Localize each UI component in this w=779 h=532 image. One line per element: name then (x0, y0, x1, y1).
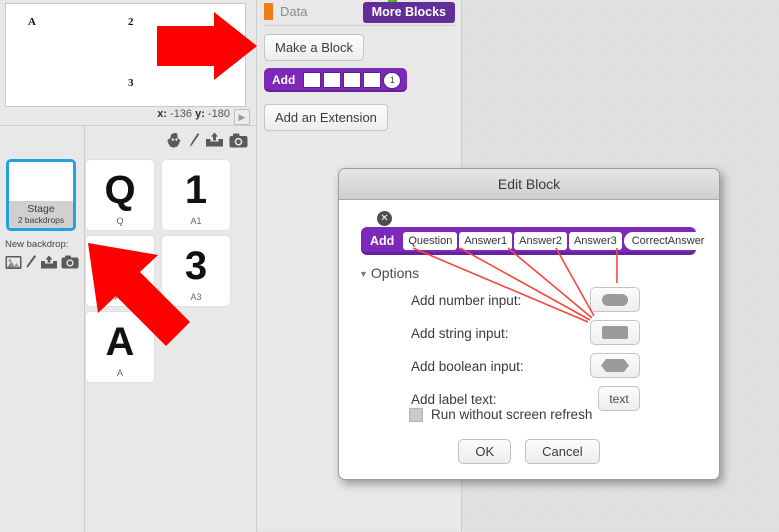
palette-category-label: Data (280, 4, 308, 19)
options-disclosure[interactable]: ▼ Options (359, 265, 419, 281)
backdrop-thumbnail-glyph: 1 (184, 167, 208, 212)
palette-block-label: Add (272, 73, 296, 87)
sprite-backdrop-pane: Stage 2 backdrops New backdrop: Q Q 1 A1… (0, 125, 257, 532)
prototype-input-answer1[interactable]: Answer1 (459, 232, 513, 250)
new-backdrop-label: New backdrop: (5, 239, 69, 250)
add-boolean-input-button[interactable] (590, 353, 640, 378)
stage-selector-column: Stage 2 backdrops New backdrop: (0, 126, 85, 532)
backdrop-item-name: A (116, 368, 123, 378)
data-category-swatch (264, 3, 273, 20)
stage-thumbnail-caption: Stage 2 backdrops (9, 201, 73, 228)
prototype-input-answer3[interactable]: Answer3 (568, 232, 622, 250)
dialog-title: Edit Block (339, 169, 719, 200)
palette-block-slot-3[interactable] (343, 72, 362, 88)
coord-y-value: -180 (207, 108, 230, 120)
backdrop-list[interactable]: Q Q 1 A1 2 A2 3 A3 A A (85, 126, 256, 532)
upload-icon[interactable] (205, 132, 224, 148)
paint-icon[interactable] (25, 254, 37, 270)
make-a-block-button[interactable]: Make a Block (264, 34, 365, 61)
palette-category-more-blocks[interactable]: More Blocks (362, 2, 455, 23)
boolean-input-icon (601, 359, 629, 372)
palette-block-slot-4[interactable] (363, 72, 382, 88)
backdrop-item-name: A3 (190, 292, 202, 302)
number-input-icon (602, 293, 628, 306)
prototype-block-label: Add (370, 234, 395, 248)
palette-custom-block-add[interactable]: Add 1 (264, 68, 408, 92)
backdrop-item-a3[interactable]: 3 A3 (161, 235, 231, 307)
stage-panel: A 2 3 x: -136 y: -180 ▶ (0, 0, 257, 125)
camera-icon[interactable] (61, 255, 79, 269)
add-an-extension-button[interactable]: Add an Extension (264, 104, 388, 131)
backdrop-thumbnail-glyph: A (105, 319, 135, 364)
sprite-library-icon[interactable] (166, 132, 184, 149)
prototype-input-answer2[interactable]: Answer2 (514, 232, 567, 250)
add-boolean-input-label: Add boolean input: (411, 359, 524, 374)
palette-category-data[interactable]: Data (264, 3, 307, 20)
backdrop-item-a1[interactable]: 1 A1 (161, 159, 231, 231)
prototype-input-question[interactable]: Question (403, 232, 458, 250)
coord-x-value: -136 (170, 108, 193, 120)
stage-text-a: A (28, 16, 36, 28)
add-number-input-button[interactable] (590, 287, 640, 312)
add-string-input-button[interactable] (590, 320, 640, 345)
add-label-text-label: Add label text: (411, 392, 497, 407)
cancel-button[interactable]: Cancel (525, 439, 600, 464)
add-number-input-label: Add number input: (411, 293, 522, 308)
backdrop-item-a[interactable]: A A (85, 311, 155, 383)
stage-text-3: 3 (128, 77, 134, 89)
add-string-input-label: Add string input: (411, 326, 509, 341)
backdrop-item-a2[interactable]: 2 A2 (85, 235, 155, 307)
stage-thumbnail-subtitle: 2 backdrops (17, 215, 65, 225)
coord-y-label: y: (195, 108, 205, 120)
edit-block-dialog[interactable]: Edit Block ✕ Add Question Answer1 Answer… (338, 168, 720, 480)
backdrop-toolbar (166, 129, 248, 151)
close-icon[interactable]: ✕ (377, 211, 392, 226)
backdrop-thumbnail-glyph: 2 (108, 243, 132, 288)
backdrop-item-name: A1 (190, 216, 202, 226)
backdrop-thumbnail-glyph: Q (104, 167, 136, 212)
picture-library-icon[interactable] (5, 255, 22, 270)
triangle-down-icon: ▼ (359, 269, 368, 280)
stage-text-2: 2 (128, 16, 134, 28)
string-input-icon (602, 326, 628, 339)
prototype-input-correctanswer[interactable]: CorrectAnswer (623, 232, 713, 250)
palette-block-slot-1[interactable] (303, 72, 322, 88)
backdrop-thumbnail-glyph: 3 (184, 243, 208, 288)
upload-icon[interactable] (40, 255, 58, 270)
run-without-screen-refresh-label: Run without screen refresh (431, 407, 593, 422)
stage-thumbnail-selected[interactable]: Stage 2 backdrops (6, 159, 76, 231)
block-prototype[interactable]: Add Question Answer1 Answer2 Answer3 Cor… (361, 227, 713, 255)
stage-mouse-coordinates: x: -136 y: -180 (157, 108, 230, 120)
palette-divider (264, 25, 455, 26)
options-label: Options (370, 265, 420, 281)
backdrop-item-q[interactable]: Q Q (85, 159, 155, 231)
stage-canvas[interactable]: A 2 3 (5, 3, 246, 107)
backdrop-item-name: A2 (114, 292, 126, 302)
palette-block-oval-slot[interactable]: 1 (383, 71, 402, 89)
dialog-button-row: OK Cancel (339, 439, 719, 464)
palette-block-slot-2[interactable] (323, 72, 342, 88)
paint-icon[interactable] (189, 132, 200, 149)
backdrop-item-name: Q (116, 216, 124, 226)
add-label-text-button[interactable]: text (598, 386, 640, 411)
checkbox-icon[interactable] (409, 407, 423, 422)
coord-x-label: x: (157, 108, 167, 120)
run-without-screen-refresh-row[interactable]: Run without screen refresh (409, 407, 592, 422)
ok-button[interactable]: OK (458, 439, 512, 464)
stage-expand-arrow-icon[interactable]: ▶ (234, 109, 250, 125)
new-backdrop-icon-row (5, 254, 79, 270)
stage-thumbnail-image (9, 162, 73, 201)
camera-icon[interactable] (229, 133, 248, 148)
stage-thumbnail-title: Stage (27, 203, 55, 215)
